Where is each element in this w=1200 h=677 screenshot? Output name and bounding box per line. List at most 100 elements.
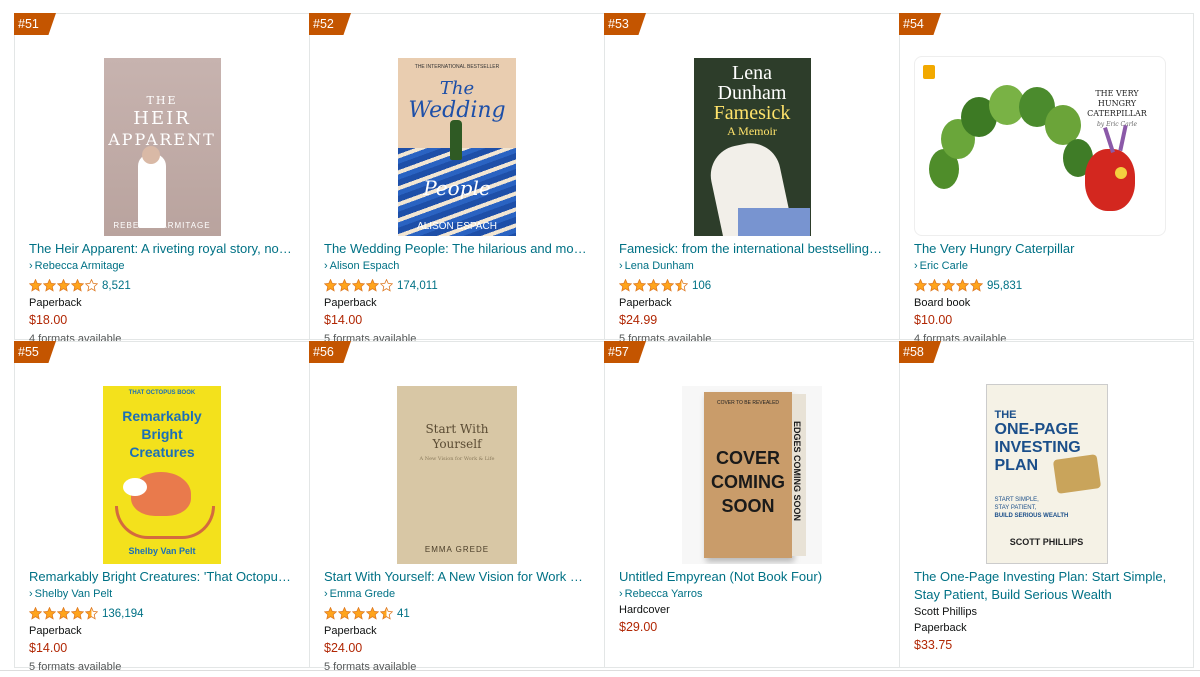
review-count-link[interactable]: 95,831 [987, 280, 1022, 292]
star-icon [324, 279, 337, 292]
rating-row[interactable]: 41 [324, 604, 590, 623]
star-icon [324, 607, 337, 620]
star-icon [380, 279, 393, 292]
price[interactable]: $33.75 [914, 636, 1179, 654]
format-label: Paperback [324, 297, 377, 309]
format-label: Paperback [29, 625, 82, 637]
book-cover-image[interactable]: Lena Dunham Famesick A Memoir [693, 58, 811, 236]
star-icon [619, 279, 632, 292]
product-card: #58 THE ONE-PAGE INVESTING PLAN START SI… [899, 341, 1194, 668]
rating-row[interactable]: 106 [619, 276, 885, 295]
product-title-link[interactable]: Famesick: from the international bestsel… [619, 240, 885, 258]
star-rating [914, 279, 983, 292]
rating-row[interactable]: 8,521 [29, 276, 295, 295]
rank-badge: #58 [899, 341, 941, 363]
star-icon [675, 279, 688, 292]
product-title-link[interactable]: The Very Hungry Caterpillar [914, 240, 1179, 258]
rank-badge: #54 [899, 13, 941, 35]
star-icon [366, 279, 379, 292]
price[interactable]: $14.00 [29, 639, 295, 657]
rating-row[interactable]: 174,011 [324, 276, 590, 295]
author-link[interactable]: › Lena Dunham [619, 258, 885, 274]
book-cover-image[interactable]: COVER TO BE REVEALED COVER COMING SOON E… [682, 386, 822, 564]
product-card: #57 COVER TO BE REVEALED COVER COMING SO… [604, 341, 899, 668]
author-link[interactable]: › Rebecca Armitage [29, 258, 295, 274]
author-link[interactable]: › Shelby Van Pelt [29, 586, 295, 602]
rank-badge: #57 [604, 341, 646, 363]
book-cover-image[interactable]: THE VERY HUNGRY CATERPILLAR by Eric Carl… [914, 56, 1166, 236]
review-count-link[interactable]: 136,194 [102, 608, 144, 620]
formats-available[interactable]: 5 formats available [29, 657, 295, 677]
book-cover-image[interactable]: THE ONE-PAGE INVESTING PLAN START SIMPLE… [985, 384, 1108, 564]
format-label: Paperback [914, 622, 967, 634]
star-icon [380, 607, 393, 620]
format-label: Paperback [619, 297, 672, 309]
product-card: #54 THE VERY HUNGRY CATERPILLAR by Eric … [899, 13, 1194, 345]
product-title-link[interactable]: Remarkably Bright Creatures: 'That Octop… [29, 568, 295, 586]
product-title-link[interactable]: Untitled Empyrean (Not Book Four) [619, 568, 885, 586]
rank-badge: #51 [14, 13, 56, 35]
book-cover-image[interactable]: THAT OCTOPUS BOOK Remarkably Bright Crea… [103, 386, 221, 564]
star-icon [352, 279, 365, 292]
star-icon [85, 607, 98, 620]
star-icon [661, 279, 674, 292]
star-rating [619, 279, 688, 292]
price[interactable]: $29.00 [619, 618, 885, 636]
chevron-right-icon: › [324, 588, 328, 600]
review-count-link[interactable]: 106 [692, 280, 711, 292]
rank-badge: #55 [14, 341, 56, 363]
star-icon [647, 279, 660, 292]
product-title-link[interactable]: The One-Page Investing Plan: Start Simpl… [914, 568, 1179, 604]
price[interactable]: $14.00 [324, 311, 590, 329]
star-icon [43, 279, 56, 292]
star-icon [366, 607, 379, 620]
star-icon [914, 279, 927, 292]
book-cover-image[interactable]: THE INTERNATIONAL BESTSELLER The Wedding… [398, 58, 516, 236]
star-icon [338, 279, 351, 292]
product-title-link[interactable]: Start With Yourself: A New Vision for Wo… [324, 568, 590, 586]
format-label: Paperback [324, 625, 377, 637]
product-title-link[interactable]: The Heir Apparent: A riveting royal stor… [29, 240, 295, 258]
author-link[interactable]: › Rebecca Yarros [619, 586, 885, 602]
product-card: #52 THE INTERNATIONAL BESTSELLER The Wed… [309, 13, 604, 345]
book-cover-image[interactable]: Start With Yourself A New Vision for Wor… [397, 386, 517, 564]
star-icon [942, 279, 955, 292]
star-icon [970, 279, 983, 292]
rank-badge: #53 [604, 13, 646, 35]
star-icon [43, 607, 56, 620]
rating-row[interactable]: 95,831 [914, 276, 1179, 295]
star-icon [633, 279, 646, 292]
format-label: Board book [914, 297, 971, 309]
product-card: #56 Start With Yourself A New Vision for… [309, 341, 604, 673]
price[interactable]: $10.00 [914, 311, 1179, 329]
price[interactable]: $18.00 [29, 311, 295, 329]
star-icon [956, 279, 969, 292]
author-link[interactable]: › Alison Espach [324, 258, 590, 274]
star-icon [352, 607, 365, 620]
star-rating [29, 607, 98, 620]
star-icon [57, 279, 70, 292]
chevron-right-icon: › [324, 260, 328, 272]
star-icon [928, 279, 941, 292]
formats-available[interactable]: 5 formats available [324, 657, 590, 677]
chevron-right-icon: › [619, 260, 623, 272]
star-icon [71, 279, 84, 292]
book-cover-image[interactable]: THE HEIR APPARENT REBECCA ARMITAGE [103, 58, 221, 236]
format-label: Paperback [29, 297, 82, 309]
review-count-link[interactable]: 174,011 [397, 280, 438, 292]
star-rating [29, 279, 98, 292]
star-icon [29, 607, 42, 620]
author-link[interactable]: › Emma Grede [324, 586, 590, 602]
author-link[interactable]: › Eric Carle [914, 258, 1179, 274]
price[interactable]: $24.99 [619, 311, 885, 329]
chevron-right-icon: › [29, 588, 33, 600]
star-icon [29, 279, 42, 292]
rating-row[interactable]: 136,194 [29, 604, 295, 623]
review-count-link[interactable]: 41 [397, 608, 410, 620]
product-card: #53 Lena Dunham Famesick A Memoir Famesi… [604, 13, 899, 345]
price[interactable]: $24.00 [324, 639, 590, 657]
rank-badge: #52 [309, 13, 351, 35]
product-title-link[interactable]: The Wedding People: The hilarious and mo… [324, 240, 590, 258]
review-count-link[interactable]: 8,521 [102, 280, 131, 292]
star-icon [338, 607, 351, 620]
